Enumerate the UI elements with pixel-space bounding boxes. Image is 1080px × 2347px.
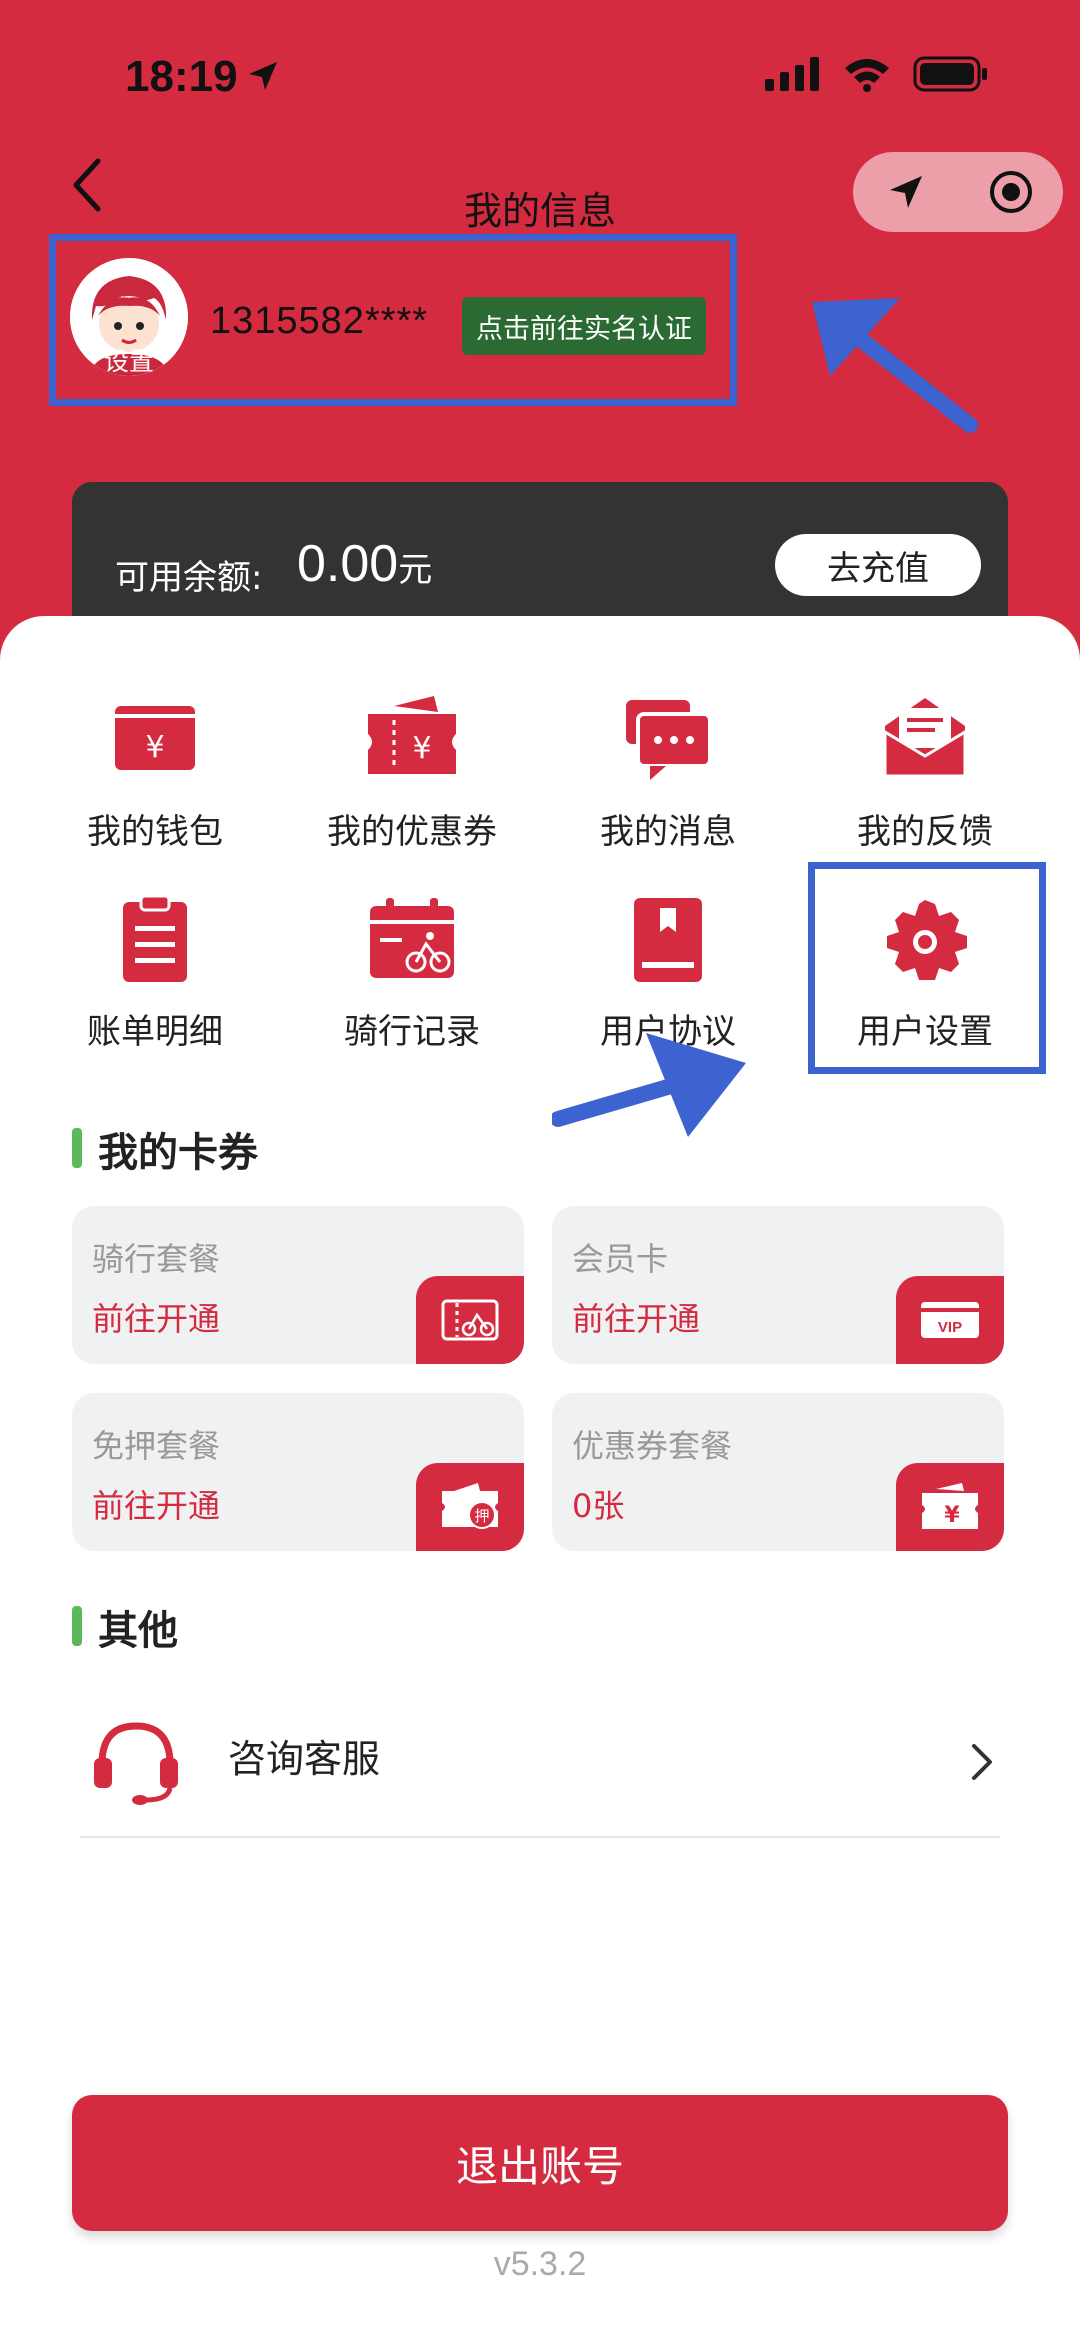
customer-service-label: 咨询客服 [228,1737,381,1781]
message-icon [626,700,712,780]
ride-record-icon [370,898,454,978]
card-title: 会员卡 [572,1240,669,1278]
card-coupon-package[interactable]: 优惠券套餐 0张 ¥ [552,1393,1004,1551]
balance-amount: 0.00元 [297,534,432,594]
agreement-icon [634,898,702,982]
bill-icon [123,894,187,982]
card-title: 优惠券套餐 [572,1427,733,1465]
annotation-arrow-icon [552,1033,746,1137]
feedback-icon [883,698,967,778]
capsule-close-button[interactable] [958,152,1063,232]
menu-item-bill[interactable]: 账单明细 [55,892,255,1052]
menu-label-wallet: 我的钱包 [87,812,223,852]
svg-text:¥: ¥ [944,1503,960,1528]
menu-label-ride-record: 骑行记录 [344,1012,480,1052]
battery-icon [913,56,987,92]
headset-icon [94,1722,178,1805]
svg-text:¥: ¥ [412,731,431,766]
balance-number: 0.00 [297,535,399,593]
location-arrow-icon [249,62,277,90]
card-value[interactable]: 前往开通 [92,1481,220,1527]
svg-text:押: 押 [474,1507,489,1525]
coupon-icon: ¥ [368,696,456,774]
card-ride-package[interactable]: 骑行套餐 前往开通 [72,1206,524,1364]
wallet-icon: ¥ [115,706,195,770]
other-section-title: 其他 [72,1598,178,1656]
menu-item-wallet[interactable]: ¥ 我的钱包 [55,692,255,852]
cards-section-title: 我的卡券 [72,1120,258,1178]
card-title: 骑行套餐 [92,1240,221,1278]
menu-item-feedback[interactable]: 我的反馈 [825,692,1025,852]
card-value[interactable]: 前往开通 [92,1294,220,1340]
card-value[interactable]: 前往开通 [572,1294,700,1340]
balance-unit: 元 [398,551,433,589]
menu-label-message: 我的消息 [600,812,736,852]
status-indicators [765,56,989,92]
coupon-package-icon: ¥ [896,1463,1004,1551]
logout-button[interactable]: 退出账号 [72,2095,1008,2231]
app-version: v5.3.2 [493,2245,587,2283]
card-vip[interactable]: 会员卡 前往开通 VIP [552,1206,1004,1364]
card-value[interactable]: 0张 [572,1481,624,1527]
menu-item-coupon[interactable]: ¥ 我的优惠券 [312,692,512,852]
target-icon [989,171,1032,213]
navigation-arrow-icon [889,176,922,208]
menu-label-feedback: 我的反馈 [857,812,993,852]
settings-highlight-box [808,862,1046,1074]
card-deposit-free[interactable]: 免押套餐 前往开通 押 [72,1393,524,1551]
deposit-free-icon: 押 [416,1463,524,1551]
vip-icon: VIP [896,1276,1004,1364]
mini-program-capsule [853,152,1063,232]
recharge-button[interactable]: 去充值 [775,534,981,596]
status-time: 18:19 [125,52,238,101]
wifi-icon [845,59,889,92]
balance-label: 可用余额: [115,558,263,598]
customer-service-row[interactable]: 咨询客服 [80,1690,1000,1838]
menu-label-bill: 账单明细 [87,1012,223,1052]
chevron-right-icon [972,1744,992,1780]
svg-text:VIP: VIP [938,1319,962,1336]
menu-label-coupon: 我的优惠券 [327,812,497,852]
annotation-arrow-icon [812,298,978,433]
card-title: 免押套餐 [92,1427,221,1465]
signal-icon [765,57,819,91]
svg-text:¥: ¥ [145,730,164,765]
menu-item-message[interactable]: 我的消息 [568,692,768,852]
profile-highlight-box [49,234,737,406]
capsule-location-button[interactable] [853,152,958,232]
menu-item-ride-record[interactable]: 骑行记录 [312,892,512,1052]
ride-package-icon [416,1276,524,1364]
